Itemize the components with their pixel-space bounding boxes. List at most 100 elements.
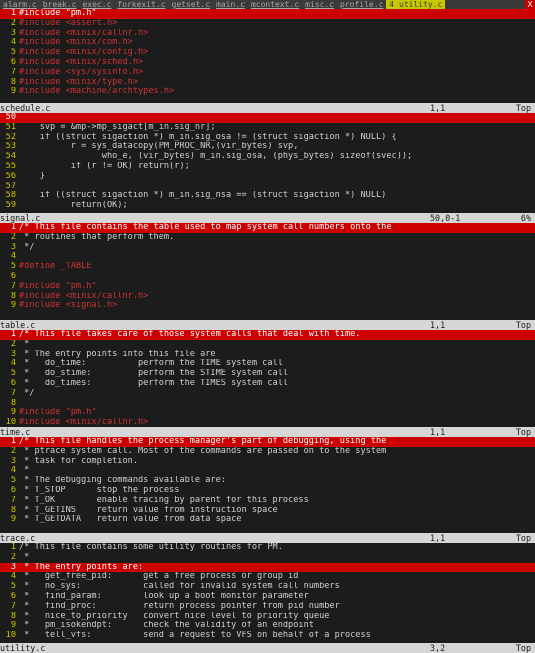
line-number: 1	[10, 223, 16, 232]
line-number: 51	[5, 122, 16, 132]
line-number: 10	[5, 631, 16, 641]
line-number: 50	[5, 113, 16, 122]
code-text: #include <minix/config.h>	[19, 48, 149, 58]
tab-8[interactable]: profile.c	[337, 0, 386, 9]
close-tab-button[interactable]: X	[525, 0, 535, 9]
code-text: r = sys_datacopy(PM_PROC_NR,(vir_bytes) …	[19, 142, 299, 152]
line-number: 9	[10, 515, 16, 525]
code-line: 5 * no_sys: called for invalid system ca…	[0, 582, 535, 592]
code-text: * do_time: perform the TIME system call	[19, 359, 283, 369]
code-text: #define _TABLE	[19, 262, 92, 272]
code-line: 2 * ptrace system call. Most of the comm…	[0, 447, 535, 457]
code-line: 1 #include "pm.h"	[0, 9, 535, 19]
status-line: schedule.c 1,1 Top	[0, 103, 535, 113]
editor-pane-1[interactable]: 50 51 svp = &mp->mp_sigact[m_in.sig_nr]; 5…	[0, 113, 535, 213]
status-line: table.c 1,1 Top	[0, 320, 535, 330]
line-number: 2	[10, 339, 16, 349]
code-line: 5 * do_stime: perform the STIME system c…	[0, 369, 535, 379]
code-text: * task for completion.	[19, 456, 138, 466]
code-line: 1/* This file takes care of those system…	[0, 330, 535, 340]
tab-9[interactable]: 4 utility.c	[386, 0, 446, 9]
code-text: * no_sys: called for invalid system call…	[19, 582, 340, 592]
code-text: *	[19, 339, 30, 349]
code-line: 10 * tell_vfs: send a request to VFS on …	[0, 631, 535, 641]
line-number: 8	[10, 505, 16, 515]
status-filename: time.c	[0, 427, 31, 437]
line-number: 57	[5, 181, 16, 191]
status-line: trace.c 1,1 Top	[0, 533, 535, 543]
code-text: who_e, (vir_bytes) m_in.sig_osa, (phys_b…	[19, 152, 413, 162]
tab-6[interactable]: mcontext.c	[248, 0, 302, 9]
tab-5[interactable]: main.c	[213, 0, 248, 9]
status-cursor-position: 50,0-1	[430, 213, 461, 223]
line-number: 6	[10, 591, 16, 601]
code-text: return(OK);	[19, 201, 128, 211]
code-line: 57	[0, 182, 535, 192]
line-number: 4	[10, 252, 16, 262]
code-line: 59 return(OK);	[0, 201, 535, 211]
editor-pane-0[interactable]: 1 #include "pm.h" 2 #include <assert.h> 3 #in…	[0, 9, 535, 103]
code-line: 58 if ((struct sigaction *) m_in.sig_nsa…	[0, 191, 535, 201]
code-line: 1/* This file handles the process manage…	[0, 437, 535, 447]
code-line: 3 * The entry points are:	[0, 562, 535, 573]
line-number: 3	[10, 562, 16, 572]
code-line: 3 #include <minix/callnr.h>	[0, 29, 535, 39]
tab-0[interactable]: alarm.c	[0, 0, 40, 9]
editor-pane-2[interactable]: 1/* This file contains the table used to…	[0, 223, 535, 320]
code-text: * T_STOP stop the process	[19, 485, 180, 495]
code-line: 7 * T_OK enable tracing by parent for th…	[0, 496, 535, 506]
code-line: 2 *	[0, 340, 535, 350]
code-line: 55 if (r != OK) return(r);	[0, 162, 535, 172]
status-line: signal.c 50,0-1 6%	[0, 213, 535, 223]
line-number: 3	[10, 349, 16, 359]
tab-7[interactable]: misc.c	[302, 0, 337, 9]
line-number: 6	[10, 271, 16, 281]
tab-1[interactable]: break.c	[40, 0, 80, 9]
line-number: 5	[10, 262, 16, 272]
code-text: #include <sys/sysinfo.h>	[19, 67, 144, 77]
code-text: * tell_vfs: send a request to VFS on beh…	[19, 631, 371, 641]
code-line: 6 * find_param: look up a boot monitor p…	[0, 592, 535, 602]
code-line: 5 #define _TABLE	[0, 262, 535, 272]
tab-4[interactable]: getset.c	[169, 0, 214, 9]
status-scroll-percent: Top	[515, 533, 531, 543]
line-number: 9	[10, 301, 16, 311]
code-text: * routines that perform them.	[19, 232, 175, 242]
line-number: 1	[10, 543, 16, 552]
status-line: utility.c 3,2 Top	[0, 643, 535, 653]
code-line: 4 *	[0, 466, 535, 476]
code-text: *	[19, 466, 30, 476]
line-number: 54	[5, 152, 16, 162]
editor-pane-5[interactable]: 1/* This file contains some utility rout…	[0, 543, 535, 643]
code-text: #include "pm.h"	[19, 281, 97, 291]
tab-2[interactable]: exec.c	[79, 0, 114, 9]
code-text: #include <machine/archtypes.h>	[19, 87, 175, 97]
line-number: 58	[5, 191, 16, 201]
code-line: 2 #include <assert.h>	[0, 19, 535, 29]
line-number: 6	[10, 485, 16, 495]
code-line: 4 #include <minix/com.h>	[0, 38, 535, 48]
line-number: 3	[10, 242, 16, 252]
code-text: * The debugging commands available are:	[19, 476, 226, 486]
line-number: 5	[10, 369, 16, 379]
line-number: 53	[5, 142, 16, 152]
line-number: 9	[10, 621, 16, 631]
tab-3[interactable]: forkexit.c	[114, 0, 168, 9]
code-text: #include <signal.h>	[19, 301, 118, 311]
editor-pane-4[interactable]: 1/* This file handles the process manage…	[0, 437, 535, 533]
code-line: 1/* This file contains the table used to…	[0, 223, 535, 233]
code-text: #include <assert.h>	[19, 18, 118, 28]
editor-pane-3[interactable]: 1/* This file takes care of those system…	[0, 330, 535, 427]
status-scroll-percent: Top	[515, 643, 531, 653]
code-line: 7 #include <sys/sysinfo.h>	[0, 68, 535, 78]
code-line: 54 who_e, (vir_bytes) m_in.sig_osa, (phy…	[0, 152, 535, 162]
code-line: 7 */	[0, 389, 535, 399]
code-line: 4	[0, 252, 535, 262]
code-line: 9 #include <signal.h>	[0, 301, 535, 311]
code-line: 53 r = sys_datacopy(PM_PROC_NR,(vir_byte…	[0, 142, 535, 152]
line-number: 8	[10, 77, 16, 87]
code-line: 1/* This file contains some utility rout…	[0, 543, 535, 553]
code-text: if (r != OK) return(r);	[19, 161, 190, 171]
code-text: /* This file contains some utility routi…	[19, 543, 283, 552]
code-line: 50	[0, 113, 535, 123]
